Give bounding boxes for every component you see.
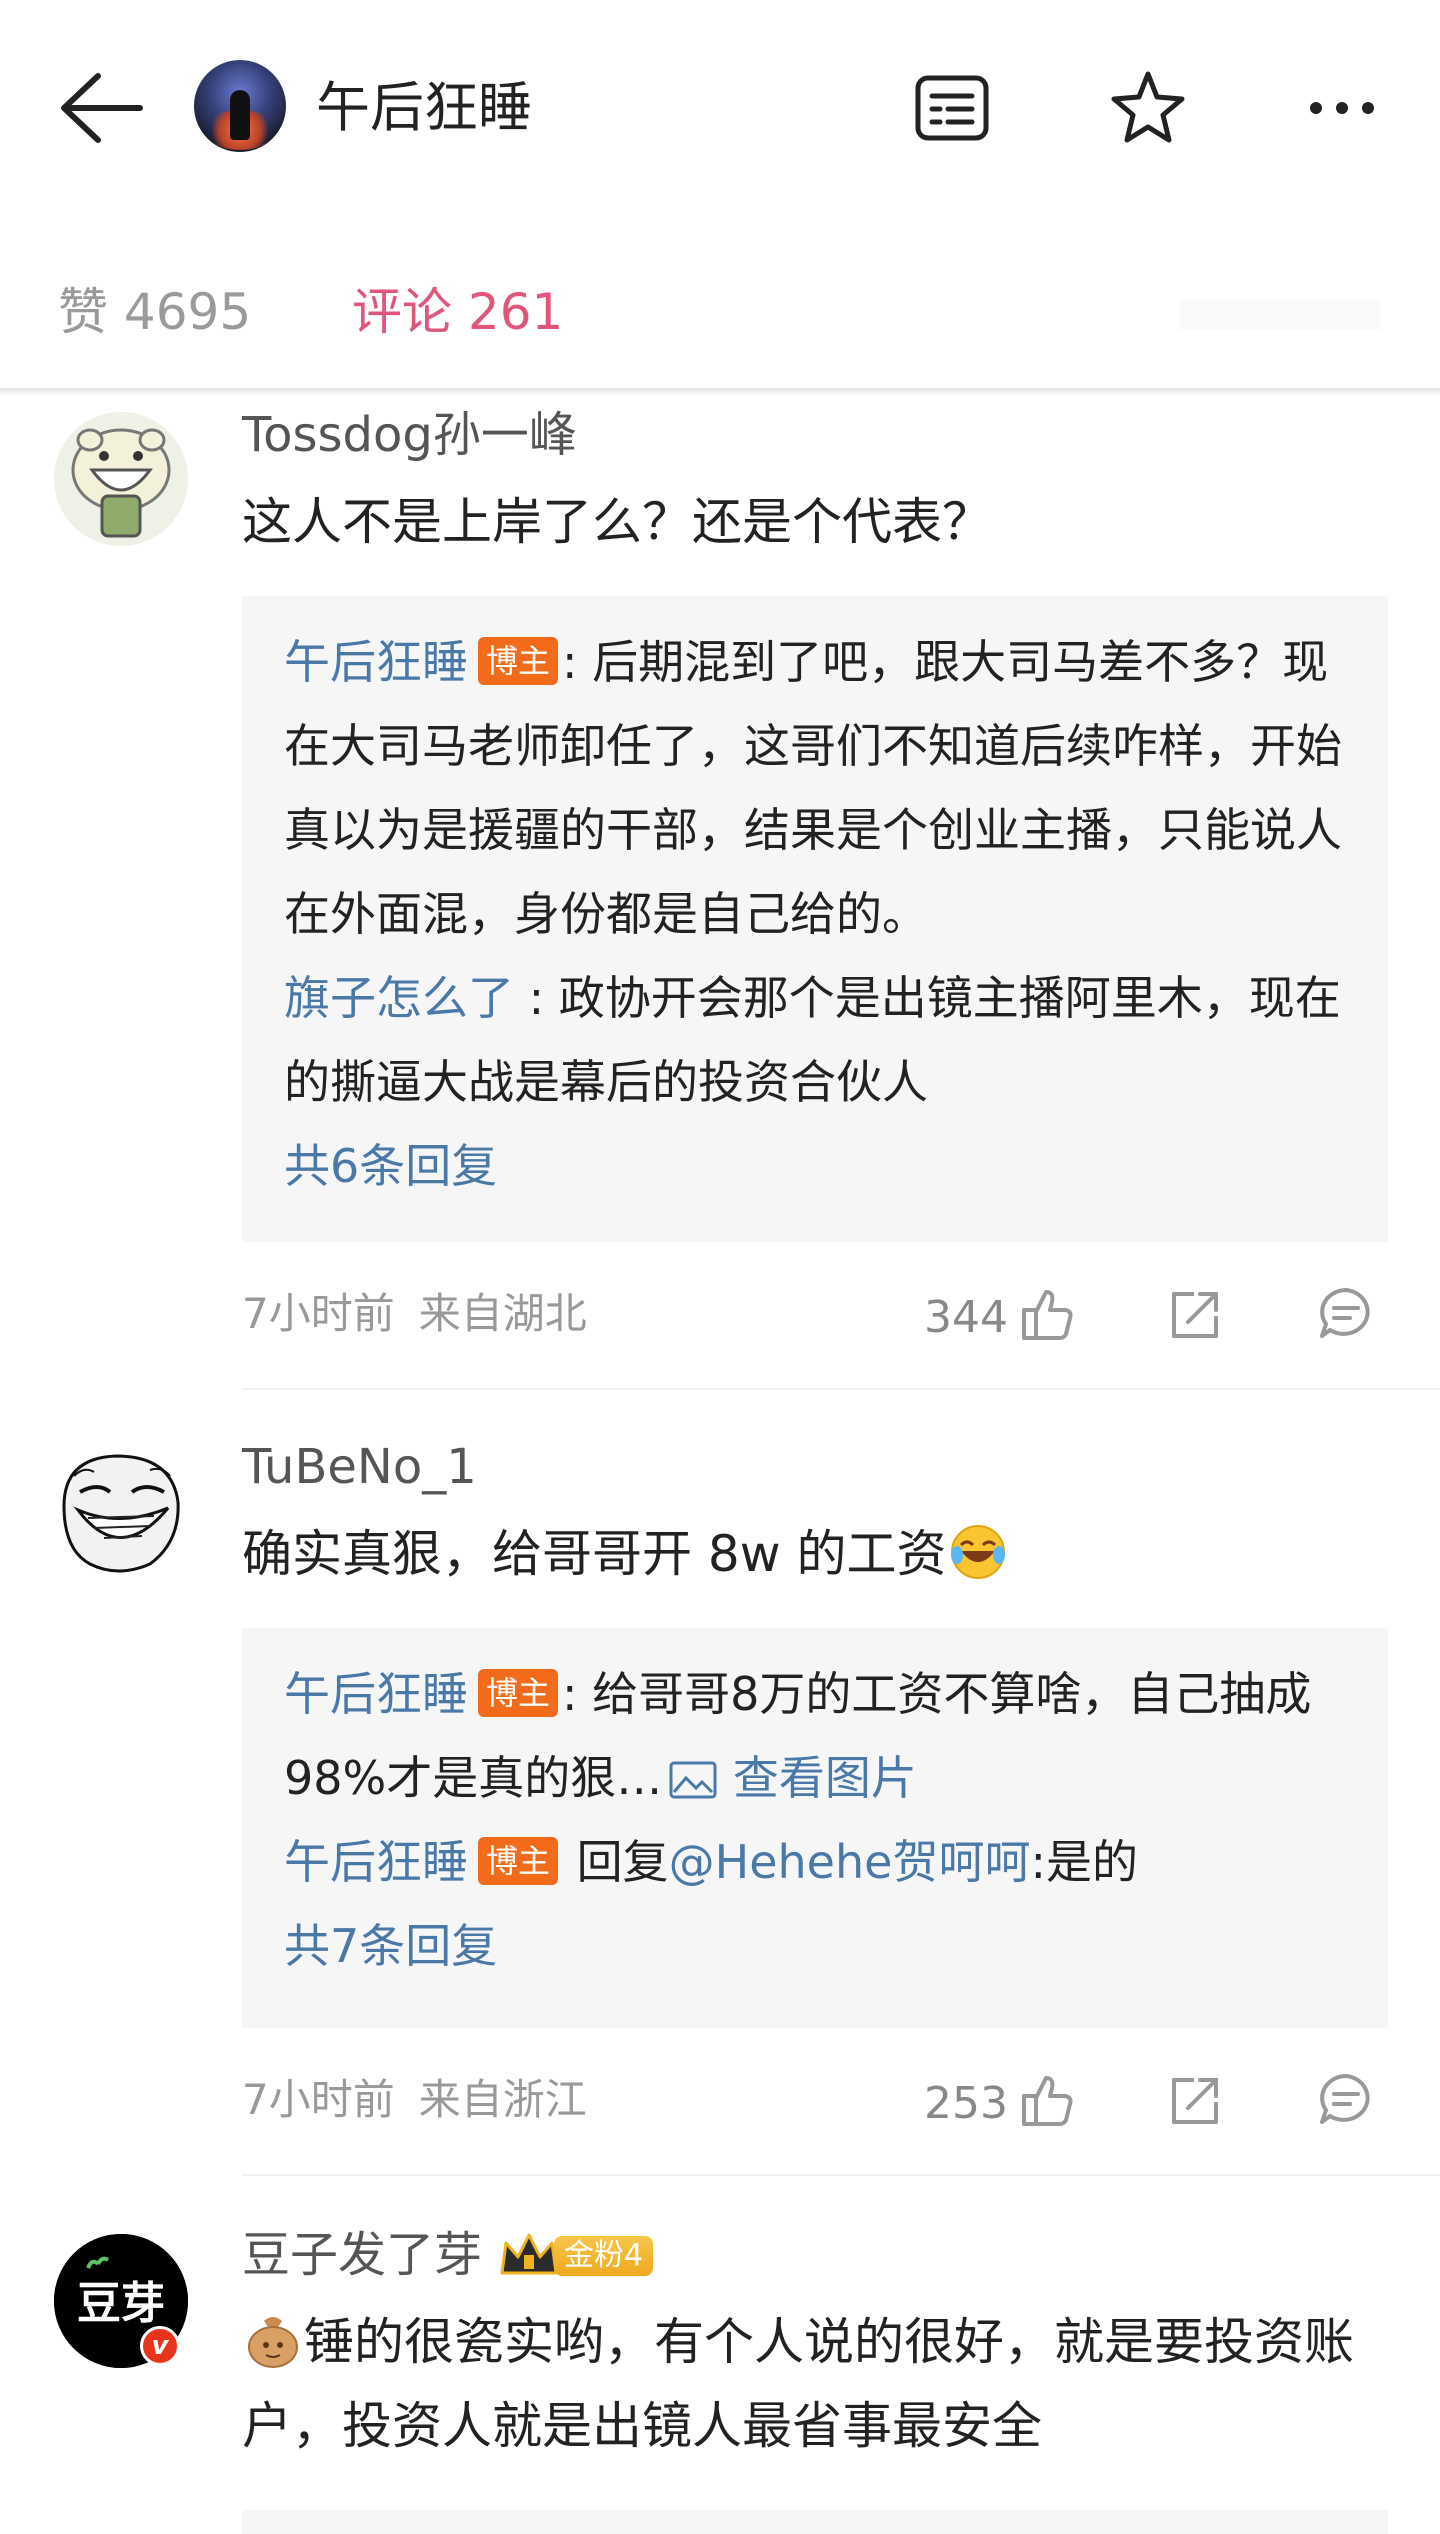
reply-item: 午后狂睡 博主: 给哥哥8万的工资不算啥，自己抽成98%才是真的狠… 查看图片 <box>284 1652 1348 1820</box>
thumbs-up-icon[interactable] <box>1016 1284 1076 1344</box>
more-replies-link[interactable]: 共6条回复 <box>284 1124 1348 1208</box>
laugh-cry-emoji-icon <box>947 1521 1009 1583</box>
share-icon[interactable] <box>1164 1284 1224 1344</box>
like-count: 344 <box>924 1292 1008 1343</box>
commenter-avatar[interactable] <box>54 1446 188 1580</box>
comment-text-content: 确实真狠，给哥哥开 8w 的工资 <box>242 1525 947 1583</box>
comment-time: 7小时前 <box>242 1289 395 1338</box>
reply-author[interactable]: 午后狂睡 <box>284 1667 468 1721</box>
tab-comments-label: 评论 <box>352 283 452 341</box>
reply-prefix: 回复 <box>562 1835 669 1889</box>
reply-mention[interactable]: @Hehehe贺呵呵 <box>669 1835 1031 1889</box>
crown-icon <box>496 2228 562 2278</box>
comment-text-content: 锤的很瓷实哟，有个人说的很好，就是要投资账户，投资人就是出镜人最省事最安全 <box>242 2313 1354 2455</box>
star-icon[interactable] <box>1106 66 1190 150</box>
reply-item: 午后狂睡 博主 回复@Hehehe贺呵呵:是的 <box>284 1820 1348 1904</box>
reply-item: 旗子怎么了 : 政协开会那个是出镜主播阿里木，现在的撕逼大战是幕后的投资合伙人 <box>284 956 1348 1124</box>
commenter-name[interactable]: Tossdog孙一峰 <box>242 400 577 470</box>
thumbs-up-icon[interactable] <box>1016 2070 1076 2130</box>
more-replies-link[interactable]: 共7条回复 <box>284 1904 1348 1988</box>
comment-text: 锤的很瓷实哟，有个人说的很好，就是要投资账户，投资人就是出镜人最省事最安全 <box>242 2300 1392 2468</box>
reply-author[interactable]: 午后狂睡 <box>284 1835 468 1889</box>
comment-time: 7小时前 <box>242 2075 395 2124</box>
top-bar: 午后狂睡 <box>0 0 1440 215</box>
document-icon[interactable] <box>910 66 994 150</box>
reply-author[interactable]: 午后狂睡 <box>284 635 468 689</box>
money-bag-emoji-icon <box>242 2309 304 2371</box>
tab-bar: 赞 4695 评论 261 <box>0 260 1440 390</box>
tab-likes-label: 赞 <box>58 283 108 341</box>
fan-level-badge: 金粉4 <box>554 2236 654 2276</box>
view-image-link[interactable]: 查看图片 <box>662 1751 917 1805</box>
back-arrow-icon[interactable] <box>56 70 146 146</box>
comment-location: 来自湖北 <box>418 1289 587 1338</box>
svg-text:豆芽: 豆芽 <box>77 2278 165 2329</box>
tab-likes[interactable]: 赞 4695 <box>58 272 251 352</box>
author-badge: 博主 <box>478 637 559 685</box>
verified-badge-icon: v <box>140 2326 180 2366</box>
comment-divider <box>242 2174 1440 2176</box>
commenter-name[interactable]: 豆子发了芽 <box>242 2227 482 2283</box>
view-image-label: 查看图片 <box>732 1751 917 1805</box>
commenter-name[interactable]: TuBeNo_1 <box>242 1432 477 1502</box>
tab-fade <box>1180 300 1380 330</box>
reply-text: :是的 <box>1030 1835 1138 1889</box>
reply-item: 午后狂睡 博主: 后期混到了吧，跟大司马差不多？现在大司马老师卸任了，这哥们不知道… <box>284 620 1348 956</box>
tab-likes-count: 4695 <box>123 283 252 341</box>
like-count: 253 <box>924 2078 1008 2129</box>
author-avatar[interactable] <box>194 60 286 152</box>
author-badge: 博主 <box>478 1837 559 1885</box>
comment-text: 确实真狠，给哥哥开 8w 的工资 <box>242 1512 1392 1596</box>
tab-comments-count: 261 <box>467 283 564 341</box>
commenter-name-row: 豆子发了芽 金粉4 <box>242 2220 654 2290</box>
reply-icon[interactable] <box>1316 1284 1376 1344</box>
share-icon[interactable] <box>1164 2070 1224 2130</box>
commenter-avatar[interactable] <box>54 412 188 546</box>
more-icon[interactable] <box>1300 66 1384 150</box>
comment-text: 这人不是上岸了么？还是个代表？ <box>242 493 992 551</box>
reply-box[interactable] <box>242 2510 1388 2534</box>
comment-divider <box>242 1388 1440 1390</box>
comment-location: 来自浙江 <box>418 2075 587 2124</box>
comment-meta: 7小时前 来自浙江 <box>242 2070 587 2130</box>
comment-meta: 7小时前 来自湖北 <box>242 1284 587 1344</box>
page-title[interactable]: 午后狂睡 <box>316 70 532 146</box>
header-divider <box>0 388 1440 396</box>
author-badge: 博主 <box>478 1669 559 1717</box>
tab-comments[interactable]: 评论 261 <box>352 272 563 352</box>
image-icon <box>668 1742 718 1799</box>
reply-icon[interactable] <box>1316 2070 1376 2130</box>
reply-author[interactable]: 旗子怎么了 <box>284 971 514 1025</box>
reply-box[interactable]: 午后狂睡 博主: 后期混到了吧，跟大司马差不多？现在大司马老师卸任了，这哥们不知道… <box>242 596 1388 1242</box>
reply-box[interactable]: 午后狂睡 博主: 给哥哥8万的工资不算啥，自己抽成98%才是真的狠… 查看图片 午… <box>242 1628 1388 2028</box>
